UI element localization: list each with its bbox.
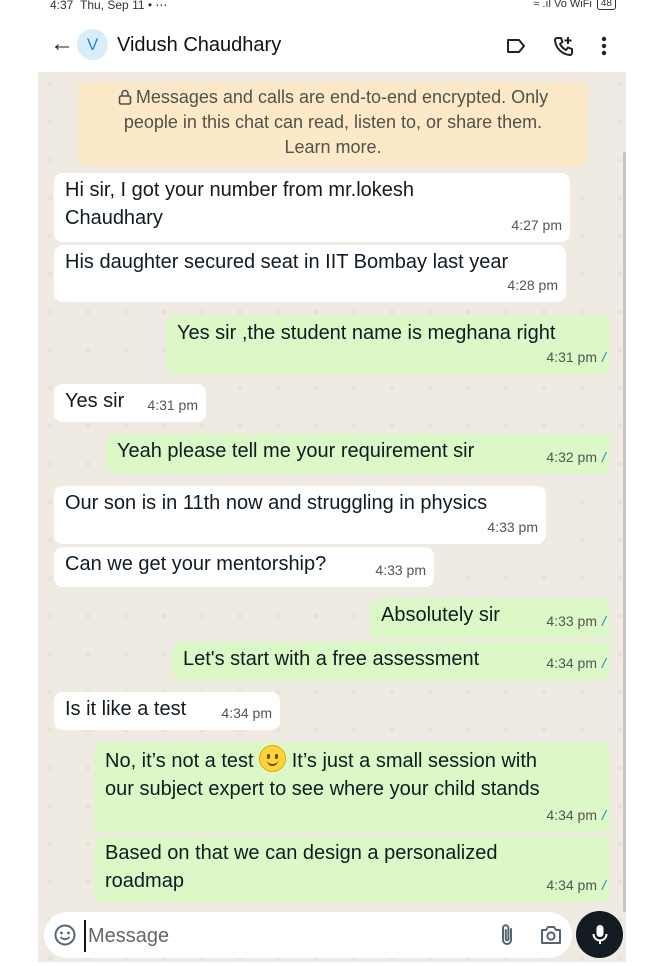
message-meta: 4:32 pm// (546, 443, 606, 471)
message-text: Chaudhary (65, 207, 163, 229)
message-time: 4:34 pm (546, 877, 597, 893)
back-arrow-icon[interactable]: ← (50, 32, 74, 56)
encryption-text-1: Messages and calls are end-to-end encryp… (135, 87, 549, 107)
message-meta: 4:34 pm// (546, 871, 606, 899)
message-time: 4:33 pm (487, 519, 538, 535)
message-input[interactable] (84, 920, 470, 952)
message-time: 4:28 pm (507, 277, 558, 293)
message-time: 4:32 pm (546, 449, 597, 465)
message-text: His daughter secured seat in IIT Bombay … (65, 251, 509, 273)
message-text: Based on that we can design a personaliz… (105, 842, 498, 864)
message-text-part: It’s just a small session with (291, 750, 537, 772)
learn-more-link[interactable]: Learn more. (78, 135, 588, 160)
chat-header: ← V Vidush Chaudhary (0, 22, 668, 72)
message-time: 4:31 pm (147, 397, 198, 413)
more-options-icon[interactable] (592, 34, 616, 58)
message-outgoing[interactable]: Absolutely sir 4:33 pm// (370, 598, 610, 638)
message-time: 4:31 pm (546, 349, 597, 365)
encryption-line-1: Messages and calls are end-to-end encryp… (78, 85, 588, 110)
status-time: 4:37 (50, 0, 74, 12)
message-outgoing[interactable]: Yeah please tell me your requirement sir… (106, 434, 610, 474)
encryption-line-2: people in this chat can read, listen to,… (123, 112, 543, 132)
camera-icon[interactable] (539, 924, 563, 946)
encryption-notice[interactable]: Messages and calls are end-to-end encryp… (78, 82, 588, 166)
message-text: Our son is in 11th now and struggling in… (65, 492, 488, 514)
message-time: 4:27 pm (511, 217, 562, 233)
status-bar: 4:37 Thu, Sep 11 • ⋯ ≈ .ıl Vo WiFi 48 (0, 0, 668, 14)
message-outgoing[interactable]: Let's start with a free assessment 4:34 … (172, 642, 610, 680)
message-incoming[interactable]: Is it like a test 4:34 pm (54, 692, 280, 730)
message-outgoing[interactable]: No, it’s not a test It’s just a small se… (94, 742, 610, 832)
message-text-part: No, it’s not a test (105, 750, 254, 772)
message-meta: 4:33 pm// (546, 607, 606, 635)
signal-icons: ≈ .ıl Vo WiFi (533, 0, 592, 10)
message-meta: 4:31 pm// (546, 343, 606, 371)
status-indicators: ≈ .ıl Vo WiFi 48 (533, 0, 616, 10)
attach-icon[interactable] (496, 923, 518, 947)
scrollbar[interactable] (623, 152, 626, 912)
message-meta: 4:34 pm// (546, 801, 606, 829)
add-call-icon[interactable] (552, 34, 576, 58)
status-extras: • ⋯ (147, 0, 168, 12)
message-outgoing[interactable]: Based on that we can design a personaliz… (94, 836, 610, 902)
lock-icon (118, 89, 132, 105)
message-incoming[interactable]: Yes sir 4:31 pm (54, 384, 206, 422)
message-outgoing[interactable]: Yes sir ,the student name is meghana rig… (166, 316, 610, 374)
mic-icon[interactable] (576, 911, 623, 958)
message-time: 4:34 pm (546, 807, 597, 823)
message-time: 4:33 pm (546, 613, 597, 629)
battery-icon: 48 (596, 0, 616, 10)
message-text: Let's start with a free assessment (183, 648, 480, 670)
message-text: Hi sir, I got your number from mr.lokesh (65, 179, 415, 201)
message-incoming[interactable]: Hi sir, I got your number from mr.lokesh… (54, 173, 570, 242)
message-text: No, it’s not a test It’s just a small se… (105, 745, 600, 775)
message-text: Can we get your mentorship? (65, 553, 327, 575)
label-icon[interactable] (504, 34, 528, 58)
status-time-date: 4:37 Thu, Sep 11 • ⋯ (50, 0, 167, 12)
status-date: Thu, Sep 11 (80, 0, 145, 12)
chat-area[interactable]: Messages and calls are end-to-end encryp… (38, 72, 626, 962)
message-text: Yes sir ,the student name is meghana rig… (177, 322, 556, 344)
message-composer (44, 912, 572, 958)
message-time: 4:34 pm (221, 705, 272, 721)
message-incoming[interactable]: His daughter secured seat in IIT Bombay … (54, 245, 566, 302)
message-meta: 4:34 pm// (546, 649, 606, 677)
message-time: 4:34 pm (546, 655, 597, 671)
message-incoming[interactable]: Our son is in 11th now and struggling in… (54, 486, 546, 544)
smiling-face-emoji-icon (259, 745, 287, 772)
message-text: our subject expert to see where your chi… (105, 778, 540, 800)
avatar[interactable]: V (77, 29, 108, 60)
emoji-icon[interactable] (53, 923, 77, 947)
message-incoming[interactable]: Can we get your mentorship? 4:33 pm (54, 547, 434, 587)
message-time: 4:33 pm (375, 562, 426, 578)
message-text: Yeah please tell me your requirement sir (117, 440, 475, 462)
message-text: roadmap (105, 870, 184, 892)
contact-name[interactable]: Vidush Chaudhary (117, 34, 281, 57)
